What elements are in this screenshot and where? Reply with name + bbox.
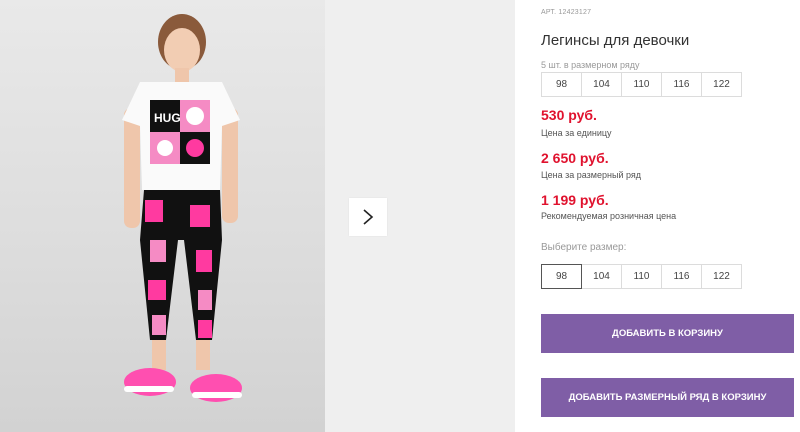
- series-size-104: 104: [581, 72, 622, 97]
- size-option-122[interactable]: 122: [701, 264, 742, 289]
- unit-price: 530 руб.: [541, 107, 597, 123]
- retail-price-label: Рекомендуемая розничная цена: [541, 211, 677, 221]
- size-option-116[interactable]: 116: [661, 264, 702, 289]
- unit-price-label: Цена за единицу: [541, 128, 612, 138]
- series-price-label: Цена за размерный ряд: [541, 170, 642, 180]
- size-series-list: 98 104 110 116 122: [541, 72, 742, 97]
- product-title: Легинсы для девочки: [541, 32, 690, 49]
- size-option-110[interactable]: 110: [621, 264, 662, 289]
- next-image-button[interactable]: [349, 198, 387, 236]
- svg-text:HUG: HUG: [154, 111, 181, 125]
- product-photo-illustration: HUG: [122, 14, 242, 402]
- product-main-image: HUG: [0, 0, 325, 432]
- product-article: АРТ. 12423127: [541, 9, 592, 16]
- chevron-right-icon: [363, 209, 374, 225]
- series-price: 2 650 руб.: [541, 150, 609, 166]
- retail-price: 1 199 руб.: [541, 192, 609, 208]
- series-size-116: 116: [661, 72, 702, 97]
- size-option-98[interactable]: 98: [541, 264, 582, 289]
- choose-size-label: Выберите размер:: [541, 242, 627, 253]
- add-to-cart-button[interactable]: ДОБАВИТЬ В КОРЗИНУ: [541, 314, 794, 353]
- size-selector: 98 104 110 116 122: [541, 264, 742, 289]
- add-series-to-cart-button[interactable]: ДОБАВИТЬ РАЗМЕРНЫЙ РЯД В КОРЗИНУ: [541, 378, 794, 417]
- series-size-98: 98: [541, 72, 582, 97]
- size-series-note: 5 шт. в размерном ряду: [541, 60, 640, 70]
- series-size-110: 110: [621, 72, 662, 97]
- size-option-104[interactable]: 104: [581, 264, 622, 289]
- series-size-122: 122: [701, 72, 742, 97]
